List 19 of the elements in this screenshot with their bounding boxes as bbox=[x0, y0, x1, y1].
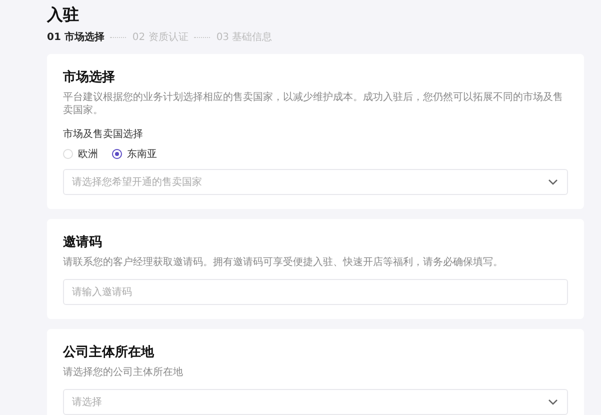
step-tab[interactable]: 02 资质认证 bbox=[132, 30, 188, 44]
chevron-down-icon bbox=[548, 179, 558, 185]
section-title: 市场选择 bbox=[63, 68, 116, 86]
section-description: 请联系您的客户经理获取邀请码。拥有邀请码可享受便捷入驻、快速开店等福利，请务必确保填写。 bbox=[63, 256, 504, 269]
page-title: 入驻 bbox=[47, 4, 80, 26]
select-field[interactable]: 请选择您希望开通的售卖国家 bbox=[63, 169, 568, 195]
step-tab[interactable]: 01 市场选择 bbox=[47, 30, 104, 44]
radio-button[interactable] bbox=[112, 149, 122, 159]
section-description: 请选择您的公司主体所在地 bbox=[63, 366, 184, 379]
select-field[interactable]: 请选择 bbox=[63, 389, 568, 415]
section-title: 公司主体所在地 bbox=[63, 344, 156, 361]
step-tab[interactable]: 03 基础信息 bbox=[216, 30, 272, 44]
field-label: 市场及售卖国选择 bbox=[63, 128, 144, 141]
chevron-down-icon bbox=[548, 399, 558, 405]
section-title: 邀请码 bbox=[63, 234, 103, 251]
radio-label: 东南亚 bbox=[127, 148, 157, 161]
input-field[interactable]: 请输入邀请码 bbox=[63, 279, 568, 305]
radio-label: 欧洲 bbox=[78, 148, 98, 161]
section-description: 平台建议根据您的业务计划选择相应的售卖国家，以减少维护成本。成功入驻后，您仍然可以拓展不同的市场及售卖国家。 bbox=[63, 91, 564, 117]
